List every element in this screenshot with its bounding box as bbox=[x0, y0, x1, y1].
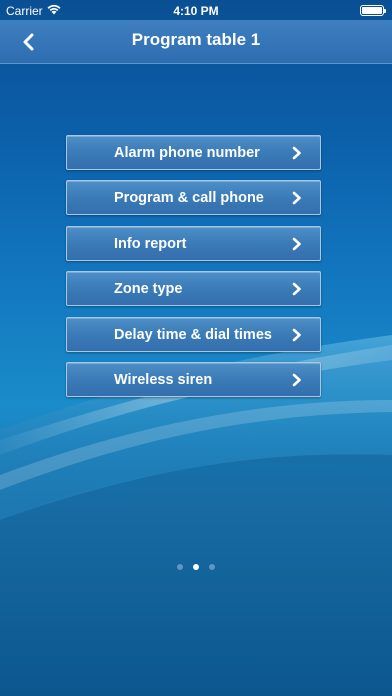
chevron-right-icon bbox=[292, 328, 301, 341]
chevron-right-icon bbox=[292, 282, 301, 296]
program-call-phone-button[interactable]: Program & call phone bbox=[66, 180, 321, 216]
menu-item-label: Alarm phone number bbox=[114, 145, 260, 161]
page-indicator[interactable] bbox=[0, 564, 392, 572]
page-title: Program table 1 bbox=[131, 30, 261, 49]
page-dot[interactable] bbox=[177, 564, 183, 570]
menu-item-label: Program & call phone bbox=[114, 190, 264, 207]
zone-type-button[interactable]: Zone type bbox=[66, 271, 321, 307]
menu-item-label: Delay time & dial times bbox=[114, 326, 272, 343]
delay-time-dial-times-button[interactable]: Delay time & dial times bbox=[66, 316, 321, 352]
info-report-button[interactable]: Info report bbox=[66, 225, 321, 261]
menu-list: Alarm phone number Program & call phone … bbox=[66, 135, 321, 407]
page-dot[interactable] bbox=[209, 564, 215, 570]
menu-item-label: Zone type bbox=[114, 281, 183, 298]
status-bar: Carrier 4:10 PM bbox=[0, 0, 392, 20]
alarm-phone-number-button[interactable]: Alarm phone number bbox=[66, 135, 321, 170]
chevron-right-icon bbox=[292, 237, 301, 251]
chevron-right-icon bbox=[292, 146, 301, 160]
chevron-right-icon bbox=[292, 192, 301, 205]
navigation-bar: Program table 1 bbox=[0, 20, 392, 64]
wireless-siren-button[interactable]: Wireless siren bbox=[66, 361, 321, 397]
status-time: 4:10 PM bbox=[173, 4, 219, 18]
chevron-right-icon bbox=[292, 373, 301, 387]
battery-icon bbox=[360, 5, 386, 16]
menu-item-label: Info report bbox=[114, 235, 187, 252]
page-dot[interactable] bbox=[193, 564, 199, 570]
menu-item-label: Wireless siren bbox=[114, 371, 213, 388]
